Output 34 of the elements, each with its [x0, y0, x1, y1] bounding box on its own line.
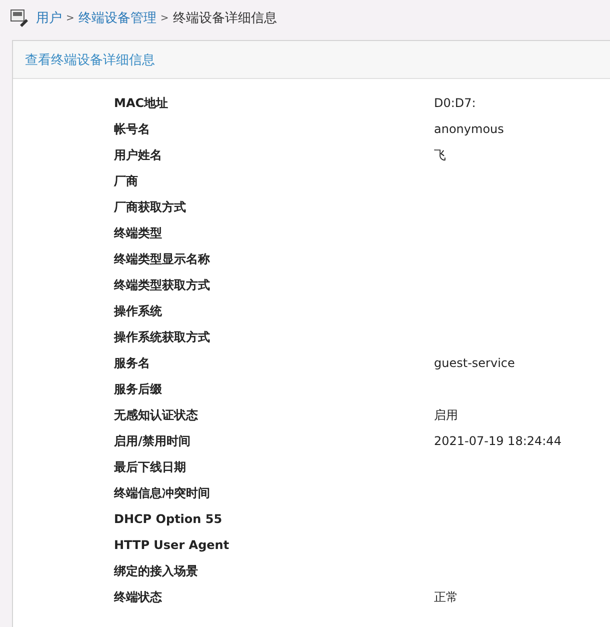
- field-label: 厂商获取方式: [114, 198, 187, 216]
- field-label: 最后下线日期: [114, 458, 187, 476]
- field-value: 飞: [434, 146, 447, 164]
- field-value: 正常: [434, 588, 459, 606]
- breadcrumb-separator: >: [66, 12, 74, 24]
- field-label: 帐号名: [114, 120, 151, 138]
- field-label: 启用/禁用时间: [114, 432, 192, 450]
- field-label: 终端类型显示名称: [114, 250, 211, 268]
- field-label: 服务名: [114, 354, 151, 372]
- field-value: 启用: [434, 406, 459, 424]
- panel-title: 查看终端设备详细信息: [25, 52, 155, 68]
- field-label: 终端信息冲突时间: [114, 484, 211, 502]
- field-value: D0:D7:: [434, 96, 477, 110]
- field-label: 绑定的接入场景: [114, 562, 199, 580]
- breadcrumb-link[interactable]: 终端设备管理: [78, 9, 156, 27]
- field-label: 终端状态: [114, 588, 163, 606]
- mac-tool-icon: [10, 9, 30, 27]
- field-label: 终端类型获取方式: [114, 276, 211, 294]
- field-value: guest-service: [434, 356, 516, 370]
- breadcrumb-separator: >: [160, 12, 169, 24]
- field-value: 2021-07-19 18:24:44: [434, 434, 562, 448]
- field-label: 用户姓名: [114, 146, 163, 164]
- field-label: HTTP User Agent: [114, 538, 230, 552]
- field-label: DHCP Option 55: [114, 512, 224, 526]
- field-label: 无感知认证状态: [114, 406, 199, 424]
- field-label: MAC地址: [114, 94, 170, 112]
- field-label: 终端类型: [114, 224, 163, 242]
- breadcrumb-current: 终端设备详细信息: [172, 10, 277, 27]
- breadcrumb-link[interactable]: 用户: [36, 9, 62, 27]
- field-label: 操作系统: [114, 302, 163, 320]
- field-label: 操作系统获取方式: [114, 328, 211, 346]
- field-value: anonymous: [434, 122, 505, 136]
- field-label: 服务后缀: [114, 380, 163, 398]
- field-label: 厂商: [114, 172, 139, 190]
